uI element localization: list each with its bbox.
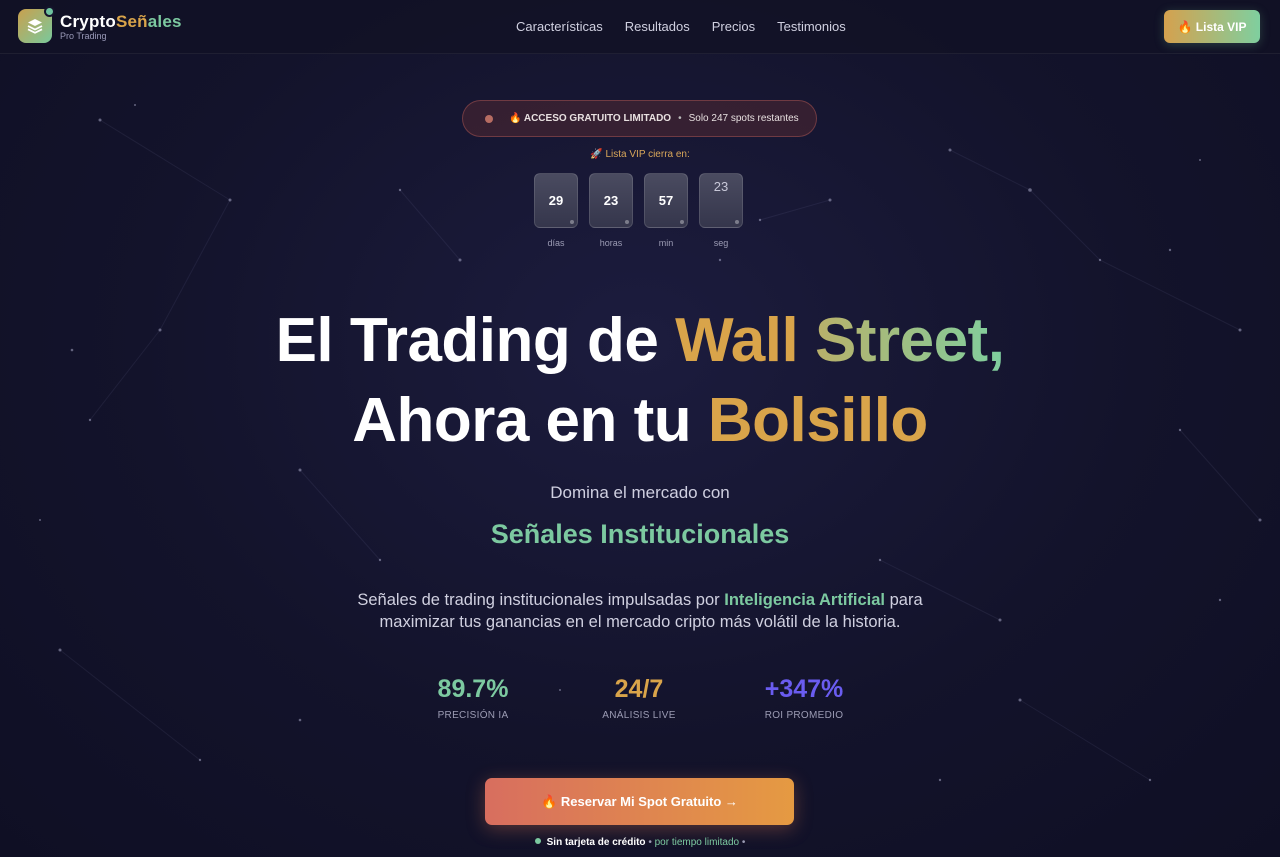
hero-title-line-1: El Trading de Wall Street, — [0, 305, 1280, 376]
countdown-minutes: 57 — [644, 173, 688, 228]
countdown-seconds-label: seg — [713, 238, 729, 248]
hero-description: Señales de trading institucionales impul… — [0, 589, 1280, 633]
badge-separator: • — [678, 113, 682, 124]
stat-precision: 89.7% PRECISIÓN IA — [393, 675, 553, 721]
stat-live: 24/7 ANÁLISIS LIVE — [559, 675, 719, 721]
brand-text-1: Crypto — [60, 12, 116, 31]
stat-roi-value: +347% — [764, 675, 844, 703]
nav-link-caracteristicas[interactable]: Características — [516, 19, 603, 34]
stat-precision-label: PRECISIÓN IA — [437, 710, 509, 721]
hero-line2-bolsillo: Bolsillo — [707, 386, 928, 455]
brand-text-3: ales — [147, 12, 182, 31]
reserve-spot-button[interactable]: 🔥 Reservar Mi Spot Gratuito → — [485, 778, 794, 825]
desc-text-c: para — [885, 591, 923, 609]
countdown-heading: 🚀 Lista VIP cierra en: — [590, 149, 690, 160]
nav-link-testimonios[interactable]: Testimonios — [777, 19, 846, 34]
nav-links: Características Resultados Precios Testi… — [516, 19, 846, 34]
countdown-hours: 23 — [589, 173, 633, 228]
stat-live-value: 24/7 — [614, 675, 664, 703]
footnote-end: • — [739, 837, 746, 848]
hero-line1-text: El Trading de — [275, 306, 676, 375]
footnote-no-card: Sin tarjeta de crédito — [546, 837, 646, 848]
brand-name[interactable]: CryptoSeñales — [60, 12, 182, 32]
hero-title-line-2: Ahora en tu Bolsillo — [0, 385, 1280, 456]
desc-highlight: Inteligencia Artificial — [724, 591, 886, 609]
footnote-sep: • — [645, 837, 655, 848]
stat-roi-label: ROI PROMEDIO — [764, 710, 844, 721]
status-dot — [44, 6, 55, 17]
limited-access-badge: 🔥 ACCESO GRATUITO LIMITADO • Solo 247 sp… — [462, 100, 817, 137]
green-dot — [534, 838, 541, 844]
brand-subtitle: Pro Trading — [60, 31, 107, 41]
stat-precision-value: 89.7% — [437, 675, 509, 703]
countdown-days-label: días — [547, 238, 565, 248]
hero-line2-text: Ahora en tu — [352, 386, 708, 455]
countdown-seconds-value: 23 — [713, 179, 729, 194]
cta-footnote: Sin tarjeta de crédito • por tiempo limi… — [0, 837, 1280, 848]
nav-link-resultados[interactable]: Resultados — [625, 19, 690, 34]
pulse-dot — [485, 114, 493, 123]
top-navbar: CryptoSeñales Pro Trading Característica… — [0, 0, 1280, 54]
stat-live-label: ANÁLISIS LIVE — [602, 710, 676, 721]
countdown-seconds: 23 — [699, 173, 743, 228]
hero-subtitle: Domina el mercado con — [550, 483, 730, 502]
brand-text-2: Señ — [115, 12, 148, 31]
badge-spots: Solo 247 spots restantes — [688, 113, 799, 124]
badge-title: 🔥 ACCESO GRATUITO LIMITADO — [509, 113, 672, 124]
vip-list-button[interactable]: 🔥 Lista VIP — [1164, 10, 1260, 43]
countdown-minutes-value: 57 — [658, 193, 674, 208]
hero-line1-wall: Wall — [675, 306, 815, 375]
desc-text-a: Señales de trading institucionales impul… — [357, 591, 725, 609]
desc-line-2: maximizar tus ganancias en el mercado cr… — [379, 613, 901, 631]
footnote-limited: por tiempo limitado — [654, 837, 740, 848]
hero-highlight: Señales Institucionales — [490, 519, 790, 549]
stat-roi: +347% ROI PROMEDIO — [724, 675, 884, 721]
countdown-hours-label: horas — [599, 238, 623, 248]
nav-link-precios[interactable]: Precios — [712, 19, 755, 34]
hero-line1-street: Street, — [814, 306, 1005, 375]
countdown-minutes-label: min — [658, 238, 674, 248]
countdown-days: 29 — [534, 173, 578, 228]
countdown-days-value: 29 — [548, 193, 564, 208]
countdown-hours-value: 23 — [603, 193, 619, 208]
